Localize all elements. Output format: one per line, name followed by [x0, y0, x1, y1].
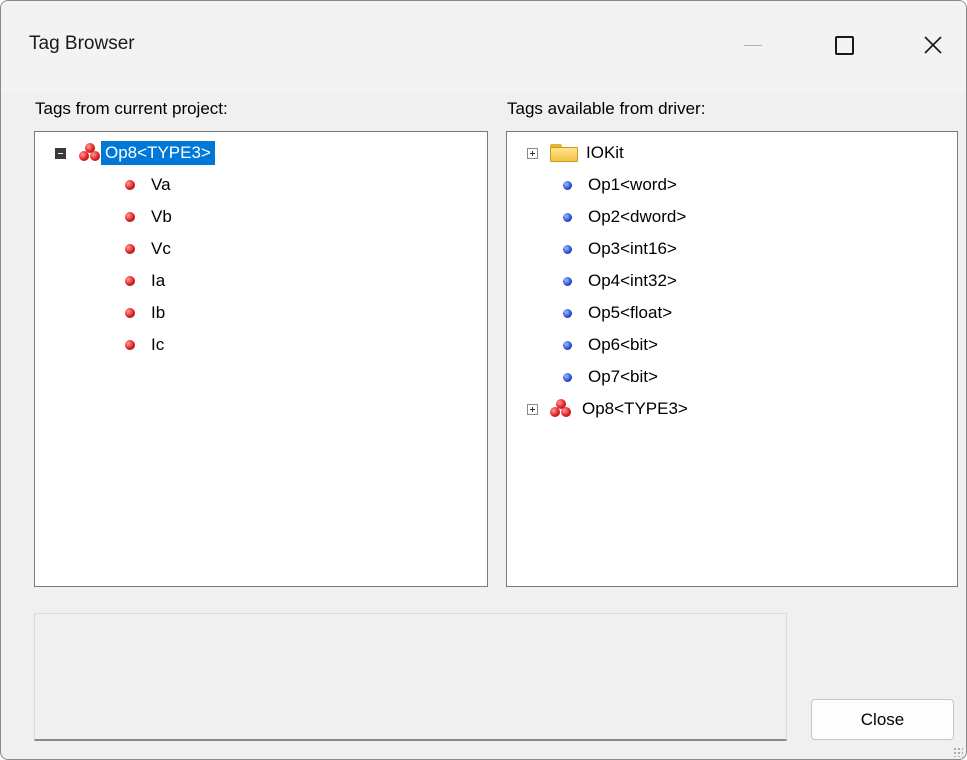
tree-node-label: Op8<TYPE3>	[101, 141, 215, 165]
tree-node-label: Op8<TYPE3>	[582, 399, 688, 418]
project-tags-tree[interactable]: Op8<TYPE3> Va Vb Vc Ia Ib Ic	[34, 131, 488, 587]
tree-node-label: Ic	[151, 335, 165, 354]
expand-icon[interactable]	[527, 147, 538, 159]
tree-node-op7[interactable]: Op7<bit>	[563, 362, 662, 392]
red-ball-cluster-icon	[79, 143, 101, 163]
blue-dot-icon	[563, 180, 572, 190]
red-dot-icon	[125, 276, 135, 286]
minimize-button[interactable]	[725, 19, 781, 71]
expand-icon[interactable]	[527, 403, 538, 415]
tree-node-va[interactable]: Va	[125, 170, 175, 200]
collapse-icon[interactable]	[55, 148, 66, 159]
tree-node-op8-type3[interactable]: Op8<TYPE3>	[527, 394, 692, 424]
blue-dot-icon	[563, 308, 572, 318]
tree-node-label: Va	[151, 175, 171, 194]
tree-node-label: Op2<dword>	[588, 207, 687, 226]
current-project-label: Tags from current project:	[35, 99, 228, 118]
minimize-icon	[744, 44, 762, 46]
tree-node-op4[interactable]: Op4<int32>	[563, 266, 681, 296]
tree-node-vb[interactable]: Vb	[125, 202, 176, 232]
window-title: Tag Browser	[29, 33, 135, 54]
tree-node-label: Op1<word>	[588, 175, 677, 194]
red-dot-icon	[125, 308, 135, 318]
tree-node-label: Op5<float>	[588, 303, 673, 322]
red-dot-icon	[125, 244, 135, 254]
tree-node-op6[interactable]: Op6<bit>	[563, 330, 662, 360]
close-window-button[interactable]	[905, 19, 961, 71]
resize-grip-icon[interactable]	[953, 747, 963, 757]
tree-node-op8-type3[interactable]: Op8<TYPE3>	[45, 138, 475, 168]
tree-node-label: Op7<bit>	[588, 367, 658, 386]
tree-node-op5[interactable]: Op5<float>	[563, 298, 676, 328]
status-area	[34, 613, 787, 741]
tree-node-label: IOKit	[586, 143, 624, 162]
title-bar: Tag Browser	[1, 1, 966, 93]
red-dot-icon	[125, 180, 135, 190]
tree-node-op2[interactable]: Op2<dword>	[563, 202, 690, 232]
tree-node-iokit[interactable]: IOKit	[527, 138, 628, 168]
tree-node-op1[interactable]: Op1<word>	[563, 170, 681, 200]
blue-dot-icon	[563, 340, 572, 350]
maximize-icon	[834, 35, 854, 55]
tree-node-ic[interactable]: Ic	[125, 330, 168, 360]
maximize-button[interactable]	[816, 19, 872, 71]
blue-dot-icon	[563, 276, 572, 286]
red-dot-icon	[125, 340, 135, 350]
close-button[interactable]: Close	[811, 699, 954, 740]
tree-node-label: Op3<int16>	[588, 239, 677, 258]
tree-node-vc[interactable]: Vc	[125, 234, 175, 264]
tree-node-op3[interactable]: Op3<int16>	[563, 234, 681, 264]
tree-node-ia[interactable]: Ia	[125, 266, 169, 296]
folder-icon	[550, 143, 578, 163]
tree-node-ib[interactable]: Ib	[125, 298, 169, 328]
tree-node-label: Ib	[151, 303, 166, 322]
tag-browser-dialog: Tag Browser Tags from current project: T…	[0, 0, 967, 760]
driver-tags-label: Tags available from driver:	[507, 99, 706, 118]
blue-dot-icon	[563, 372, 572, 382]
tree-node-label: Vb	[151, 207, 172, 226]
red-ball-cluster-icon	[550, 399, 572, 419]
driver-tags-tree[interactable]: IOKit Op1<word> Op2<dword> Op3<int16> Op…	[506, 131, 958, 587]
tree-node-label: Ia	[151, 271, 166, 290]
blue-dot-icon	[563, 212, 572, 222]
close-icon	[924, 36, 942, 54]
red-dot-icon	[125, 212, 135, 222]
tree-node-label: Op4<int32>	[588, 271, 677, 290]
blue-dot-icon	[563, 244, 572, 254]
tree-node-label: Vc	[151, 239, 171, 258]
tree-node-label: Op6<bit>	[588, 335, 658, 354]
